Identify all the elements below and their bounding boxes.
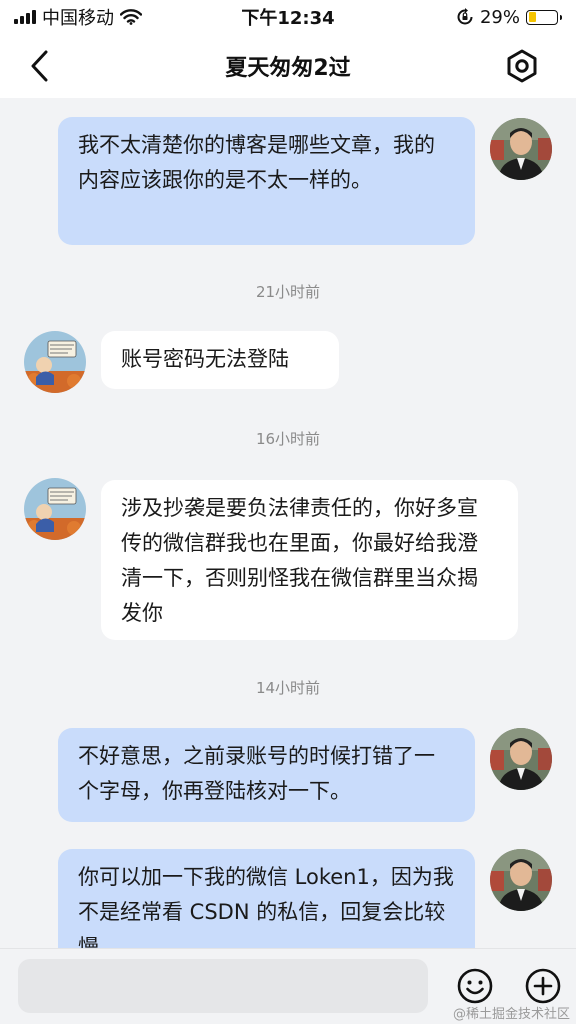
message-text: 我不太清楚你的博客是哪些文章，我的内容应该跟你的是不太一样的。	[78, 133, 435, 192]
wifi-icon	[120, 9, 142, 25]
orientation-lock-icon	[457, 8, 473, 25]
message-bubble-outgoing[interactable]: 你可以加一下我的微信 Loken1，因为我不是经常看 CSDN 的私信，回复会比…	[58, 849, 475, 948]
back-button[interactable]	[22, 48, 58, 84]
input-bar: @稀土掘金技术社区	[0, 948, 576, 1024]
nav-bar: 夏天匆匆2过	[0, 34, 576, 98]
message-text: 涉及抄袭是要负法律责任的，你好多宣传的微信群我也在里面，你最好给我澄清一下，否则…	[121, 496, 478, 625]
message-bubble-outgoing[interactable]: 我不太清楚你的博客是哪些文章，我的内容应该跟你的是不太一样的。	[58, 117, 475, 245]
more-actions-button[interactable]	[524, 967, 562, 1005]
hexagon-settings-icon	[507, 49, 537, 83]
message-list[interactable]: 我不太清楚你的博客是哪些文章，我的内容应该跟你的是不太一样的。 21小时前 账号…	[0, 98, 576, 948]
message-text: 你可以加一下我的微信 Loken1，因为我不是经常看 CSDN 的私信，回复会比…	[78, 865, 454, 948]
contact-avatar[interactable]	[24, 478, 86, 540]
contact-avatar[interactable]	[24, 331, 86, 393]
my-avatar[interactable]	[490, 118, 552, 180]
message-bubble-outgoing[interactable]: 不好意思，之前录账号的时候打错了一个字母，你再登陆核对一下。	[58, 728, 475, 822]
smiley-icon	[457, 968, 493, 1004]
message-bubble-incoming[interactable]: 涉及抄袭是要负法律责任的，你好多宣传的微信群我也在里面，你最好给我澄清一下，否则…	[101, 480, 518, 640]
message-input[interactable]	[18, 959, 428, 1013]
timestamp: 16小时前	[255, 430, 321, 448]
my-avatar[interactable]	[490, 849, 552, 911]
chat-title: 夏天匆匆2过	[225, 56, 351, 81]
battery-icon	[526, 9, 562, 25]
carrier-label: 中国移动	[42, 8, 114, 29]
message-text: 不好意思，之前录账号的时候打错了一个字母，你再登陆核对一下。	[78, 744, 435, 803]
status-right: 29%	[456, 6, 562, 28]
timestamp: 21小时前	[255, 283, 321, 301]
chat-screen: 中国移动 下午12:34 29% 夏天匆匆2过 我不太清楚你的博客是哪些文章，我…	[0, 0, 576, 1024]
message-text: 账号密码无法登陆	[121, 347, 289, 371]
chat-settings-button[interactable]	[502, 46, 542, 86]
emoji-button[interactable]	[456, 967, 494, 1005]
signal-icon	[14, 10, 36, 24]
chevron-left-icon	[31, 50, 48, 82]
timestamp: 14小时前	[255, 679, 321, 697]
message-bubble-incoming[interactable]: 账号密码无法登陆	[101, 331, 339, 389]
plus-circle-icon	[525, 968, 561, 1004]
battery-percent: 29%	[479, 6, 520, 28]
status-bar: 中国移动 下午12:34 29%	[0, 0, 576, 34]
status-left: 中国移动	[14, 4, 142, 30]
my-avatar[interactable]	[490, 728, 552, 790]
watermark: @稀土掘金技术社区	[452, 1007, 570, 1022]
